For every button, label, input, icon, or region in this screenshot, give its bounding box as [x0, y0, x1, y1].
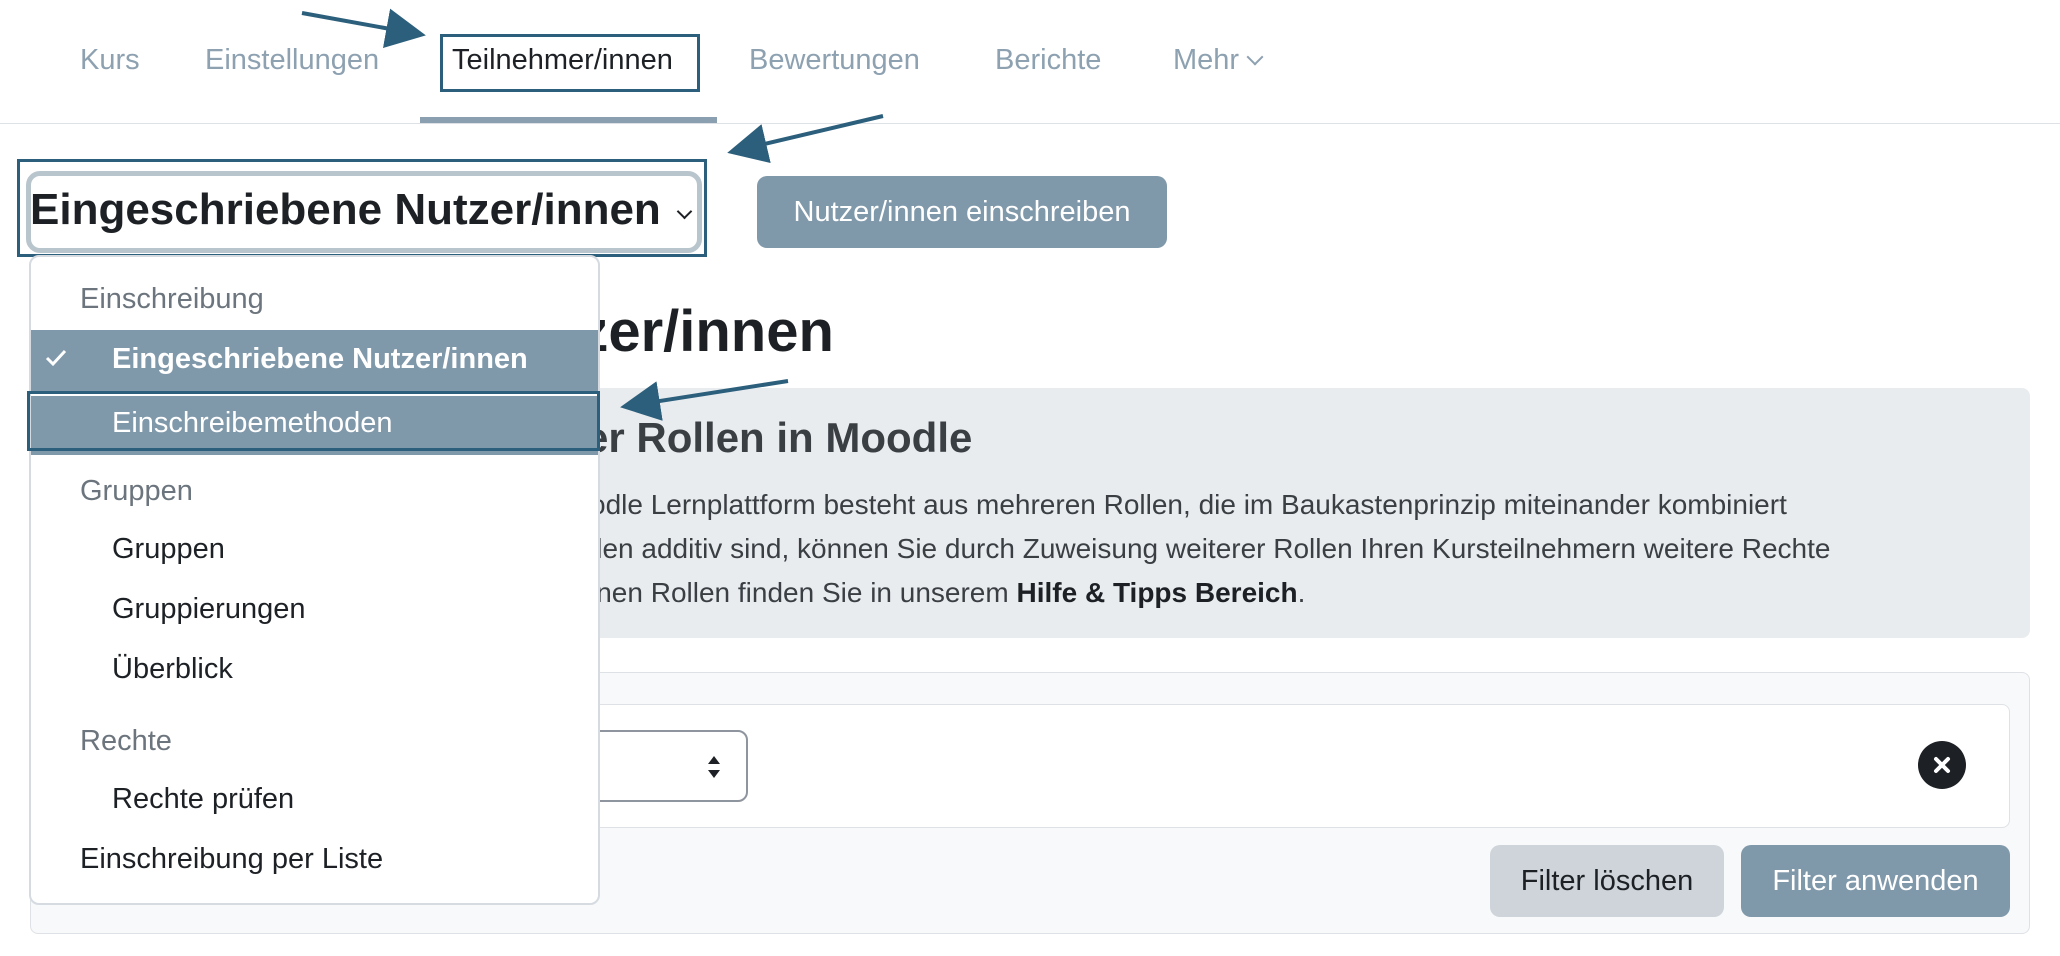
enrol-users-button[interactable]: Nutzer/innen einschreiben	[757, 176, 1167, 248]
notice-text-prefix: lnen Rollen finden Sie in unserem	[590, 577, 1017, 608]
dropdown-item-groups[interactable]: Gruppen	[112, 533, 225, 566]
apply-filters-button[interactable]: Filter anwenden	[1741, 845, 2010, 917]
notice-text-line: llen additiv sind, können Sie durch Zuwe…	[590, 533, 1831, 564]
dropdown-item-label: Eingeschriebene Nutzer/innen	[112, 343, 528, 375]
secondary-navigation: Kurs Einstellungen Teilnehmer/innen Bewe…	[0, 0, 2060, 124]
close-icon	[1934, 757, 1950, 773]
notice-title: er Rollen in Moodle	[585, 414, 973, 461]
dropdown-group-header: Gruppen	[80, 475, 193, 507]
nav-tab-mehr-label: Mehr	[1173, 44, 1240, 76]
nav-tab-berichte[interactable]: Berichte	[995, 44, 1101, 77]
nav-tab-kurs[interactable]: Kurs	[80, 44, 140, 77]
dropdown-group-header: Rechte	[80, 725, 172, 757]
nav-tab-mehr[interactable]: Mehr	[1173, 44, 1264, 77]
chevron-down-icon	[1246, 48, 1264, 66]
page-title: tzer/innen	[560, 299, 834, 364]
annotation-highlight-box	[17, 159, 707, 257]
remove-filter-button[interactable]	[1918, 741, 1966, 789]
page-navigation-dropdown-menu: Einschreibung Eingeschriebene Nutzer/inn…	[29, 255, 600, 905]
notice-text-suffix: .	[1297, 577, 1306, 608]
annotation-highlight-box	[440, 34, 700, 92]
clear-filters-button[interactable]: Filter löschen	[1490, 845, 1724, 917]
active-tab-indicator	[420, 117, 717, 123]
sort-arrows-icon	[708, 756, 720, 778]
nav-tab-bewertungen[interactable]: Bewertungen	[749, 44, 920, 77]
dropdown-item-overview[interactable]: Überblick	[112, 653, 233, 686]
dropdown-item-enrolled-users[interactable]: Eingeschriebene Nutzer/innen	[31, 330, 598, 391]
dropdown-item-list-enrolment[interactable]: Einschreibung per Liste	[80, 843, 383, 876]
dropdown-item-groupings[interactable]: Gruppierungen	[112, 593, 305, 626]
help-tips-link[interactable]: Hilfe & Tipps Bereich	[1016, 577, 1297, 608]
notice-text-line: lnen Rollen finden Sie in unserem Hilfe …	[590, 577, 1305, 609]
check-icon	[45, 349, 67, 367]
dropdown-item-check-permissions[interactable]: Rechte prüfen	[112, 783, 294, 816]
dropdown-group-header: Einschreibung	[80, 283, 264, 315]
nav-tab-einstellungen[interactable]: Einstellungen	[205, 44, 379, 77]
annotation-highlight-box	[27, 391, 600, 451]
notice-text-line: odle Lernplattform besteht aus mehreren …	[590, 489, 1787, 520]
